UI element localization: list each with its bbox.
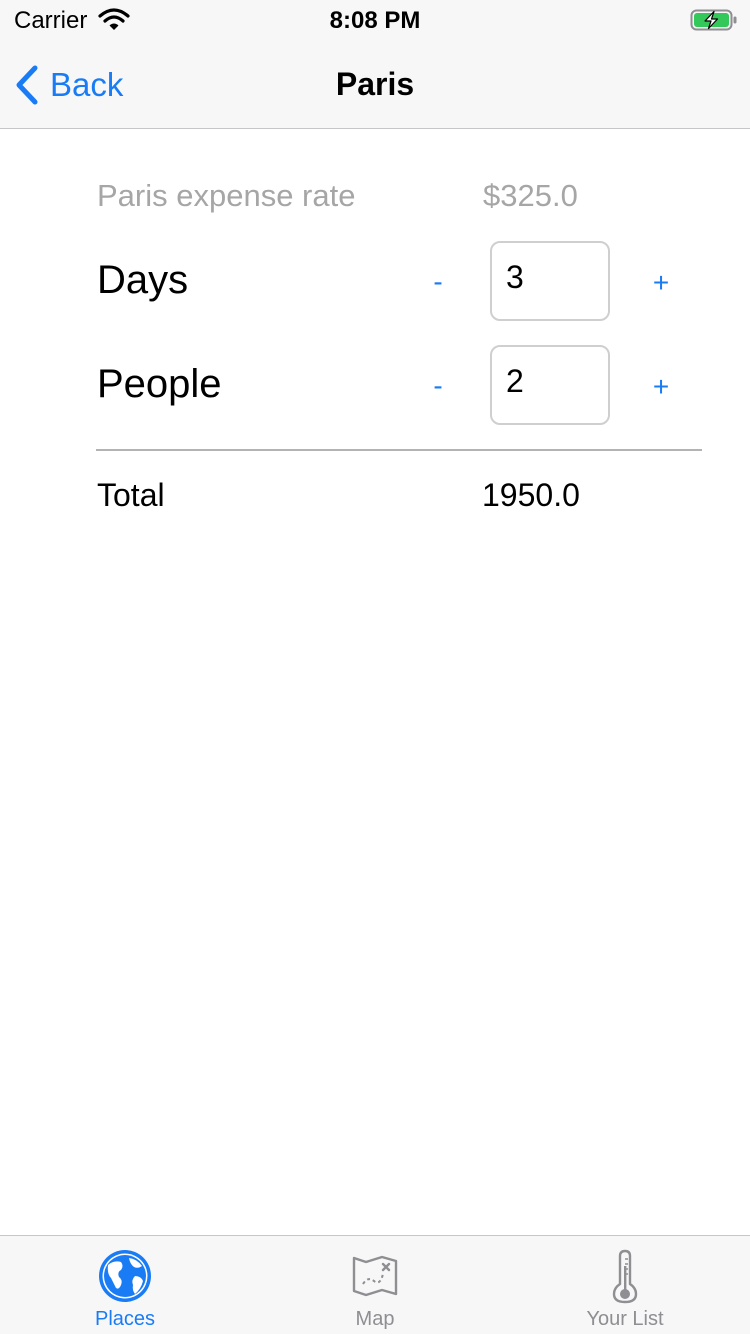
map-icon — [352, 1255, 398, 1297]
total-label: Total — [97, 477, 165, 513]
tab-map-label: Map — [355, 1308, 395, 1330]
tab-your-list[interactable]: Your List — [500, 1236, 750, 1334]
people-label: People — [97, 362, 222, 406]
navigation-bar: Back Paris — [0, 40, 750, 129]
days-decrement-button[interactable]: - — [418, 262, 458, 302]
page-title: Paris — [335, 66, 415, 102]
divider — [96, 449, 702, 451]
tab-bar: Places Map Your List — [0, 1235, 750, 1334]
battery-charging-icon — [690, 9, 737, 31]
days-input[interactable]: 3 — [490, 241, 610, 321]
status-bar: Carrier 8:08 PM — [0, 0, 750, 40]
people-increment-button[interactable]: + — [641, 367, 681, 407]
days-label: Days — [97, 258, 189, 302]
people-decrement-button[interactable]: - — [418, 366, 458, 406]
total-value: 1950.0 — [482, 477, 580, 513]
people-input[interactable]: 2 — [490, 345, 610, 425]
tab-map[interactable]: Map — [250, 1236, 500, 1334]
days-increment-button[interactable]: + — [641, 263, 681, 303]
tab-places-label: Places — [94, 1308, 156, 1330]
tab-places[interactable]: Places — [0, 1236, 250, 1334]
expense-rate-label: Paris expense rate — [97, 178, 356, 213]
status-time: 8:08 PM — [329, 7, 421, 34]
expense-rate-value: $325.0 — [483, 178, 578, 213]
thermometer-icon — [612, 1249, 638, 1304]
tab-your-list-label: Your List — [586, 1308, 664, 1330]
globe-icon — [99, 1250, 151, 1302]
screen: Carrier 8:08 PM Back Paris Paris expense… — [0, 0, 750, 1334]
